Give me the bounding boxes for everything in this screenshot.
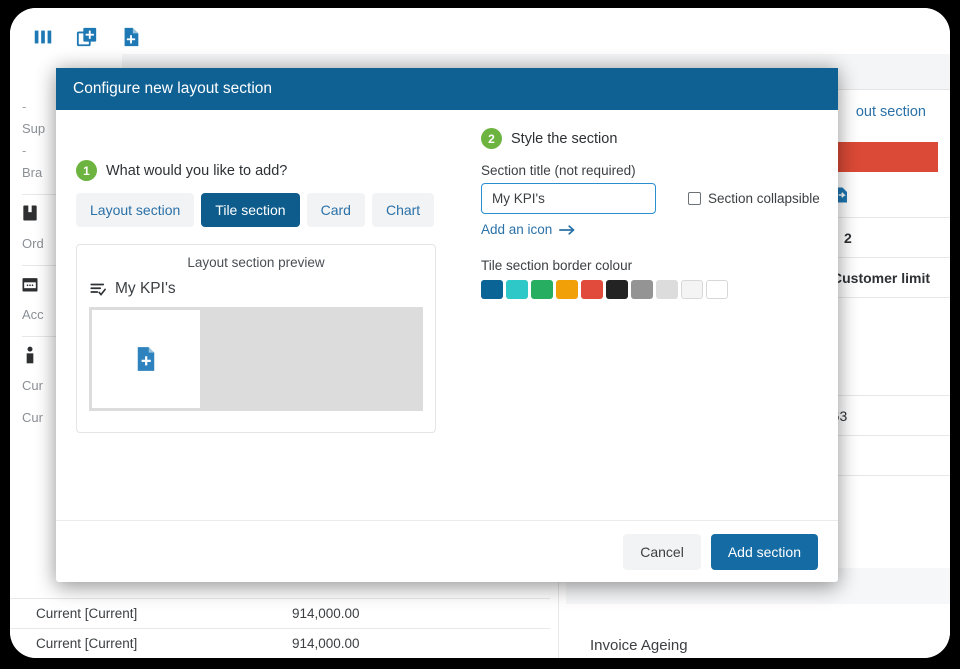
background-table: Current [Current] 914,000.00 Current [Cu…: [10, 598, 550, 658]
swatch-light-grey[interactable]: [656, 280, 678, 299]
columns-icon[interactable]: [32, 26, 54, 48]
swatch-white[interactable]: [706, 280, 728, 299]
add-an-icon-label: Add an icon: [481, 222, 553, 237]
calendar-icon[interactable]: [20, 274, 40, 294]
app-window: out section - Sup - Bra Ord Acc Cur Cur …: [10, 8, 950, 658]
step-2-badge: 2: [481, 128, 502, 149]
duplicate-plus-icon[interactable]: [76, 26, 98, 48]
step-1-column: 1 What would you like to add? Layout sec…: [76, 160, 436, 433]
section-title-label: Section title (not required): [481, 163, 636, 178]
border-colour-swatches: [481, 280, 821, 299]
step-1-title: What would you like to add?: [106, 162, 288, 179]
add-section-button[interactable]: Add section: [710, 533, 818, 570]
tab-tile-section[interactable]: Tile section: [201, 193, 300, 227]
cancel-button[interactable]: Cancel: [623, 533, 701, 570]
table-cell-label: Current [Current]: [36, 636, 138, 651]
add-an-icon-link[interactable]: Add an icon: [481, 222, 576, 237]
table-cell-amount: 914,000.00: [292, 606, 360, 621]
step-2-header: 2 Style the section: [481, 128, 821, 149]
panel-count: 2: [844, 229, 852, 246]
background-add-layout-link[interactable]: out section: [856, 104, 926, 120]
modal-footer: Cancel Add section: [56, 520, 838, 582]
preview-section-header: My KPI's: [89, 280, 423, 298]
layout-section-preview: Layout section preview My KPI's: [76, 244, 436, 433]
step-2-title: Style the section: [511, 130, 618, 147]
file-plus-icon: [135, 346, 157, 372]
section-title-row: Section collapsible: [481, 183, 821, 214]
modal-title: Configure new layout section: [56, 68, 838, 110]
customer-limit-label: Customer limit: [832, 269, 931, 286]
table-row[interactable]: Current [Current] 914,000.00: [10, 628, 550, 658]
swatch-orange[interactable]: [556, 280, 578, 299]
file-plus-icon[interactable]: [120, 26, 142, 48]
step-1-header: 1 What would you like to add?: [76, 160, 436, 181]
swatch-red[interactable]: [581, 280, 603, 299]
swatch-off-white[interactable]: [681, 280, 703, 299]
preview-title: Layout section preview: [187, 255, 325, 270]
preview-tile-row: [89, 307, 423, 411]
swatch-green[interactable]: [531, 280, 553, 299]
tab-layout-section[interactable]: Layout section: [76, 193, 195, 227]
preview-section-title: My KPI's: [115, 280, 176, 297]
book-icon[interactable]: [20, 203, 40, 223]
table-cell-label: Current [Current]: [36, 606, 138, 621]
invoice-ageing-heading: Invoice Ageing: [590, 637, 688, 654]
swatch-black[interactable]: [606, 280, 628, 299]
tab-chart[interactable]: Chart: [371, 193, 435, 227]
swatch-grey[interactable]: [631, 280, 653, 299]
section-collapsible-label: Section collapsible: [708, 191, 820, 206]
border-colour-label: Tile section border colour: [481, 258, 633, 273]
modal-body: 1 What would you like to add? Layout sec…: [56, 110, 838, 520]
section-type-tabs: Layout section Tile section Card Chart: [76, 193, 436, 227]
checkbox-box[interactable]: [688, 192, 701, 205]
table-row[interactable]: Current [Current] 914,000.00: [10, 598, 550, 628]
person-icon[interactable]: [20, 345, 40, 365]
step-1-badge: 1: [76, 160, 97, 181]
section-collapsible-checkbox[interactable]: Section collapsible: [688, 191, 820, 206]
swatch-dark-blue[interactable]: [481, 280, 503, 299]
section-title-input[interactable]: [481, 183, 656, 214]
list-check-icon: [89, 280, 107, 298]
arrow-right-icon: [559, 224, 576, 236]
tab-card[interactable]: Card: [306, 193, 365, 227]
preview-tile[interactable]: [92, 310, 200, 408]
swatch-turquoise[interactable]: [506, 280, 528, 299]
configure-layout-section-modal: Configure new layout section 1 What woul…: [56, 68, 838, 582]
table-cell-amount: 914,000.00: [292, 636, 360, 651]
step-2-column: 2 Style the section Section title (not r…: [481, 128, 821, 299]
